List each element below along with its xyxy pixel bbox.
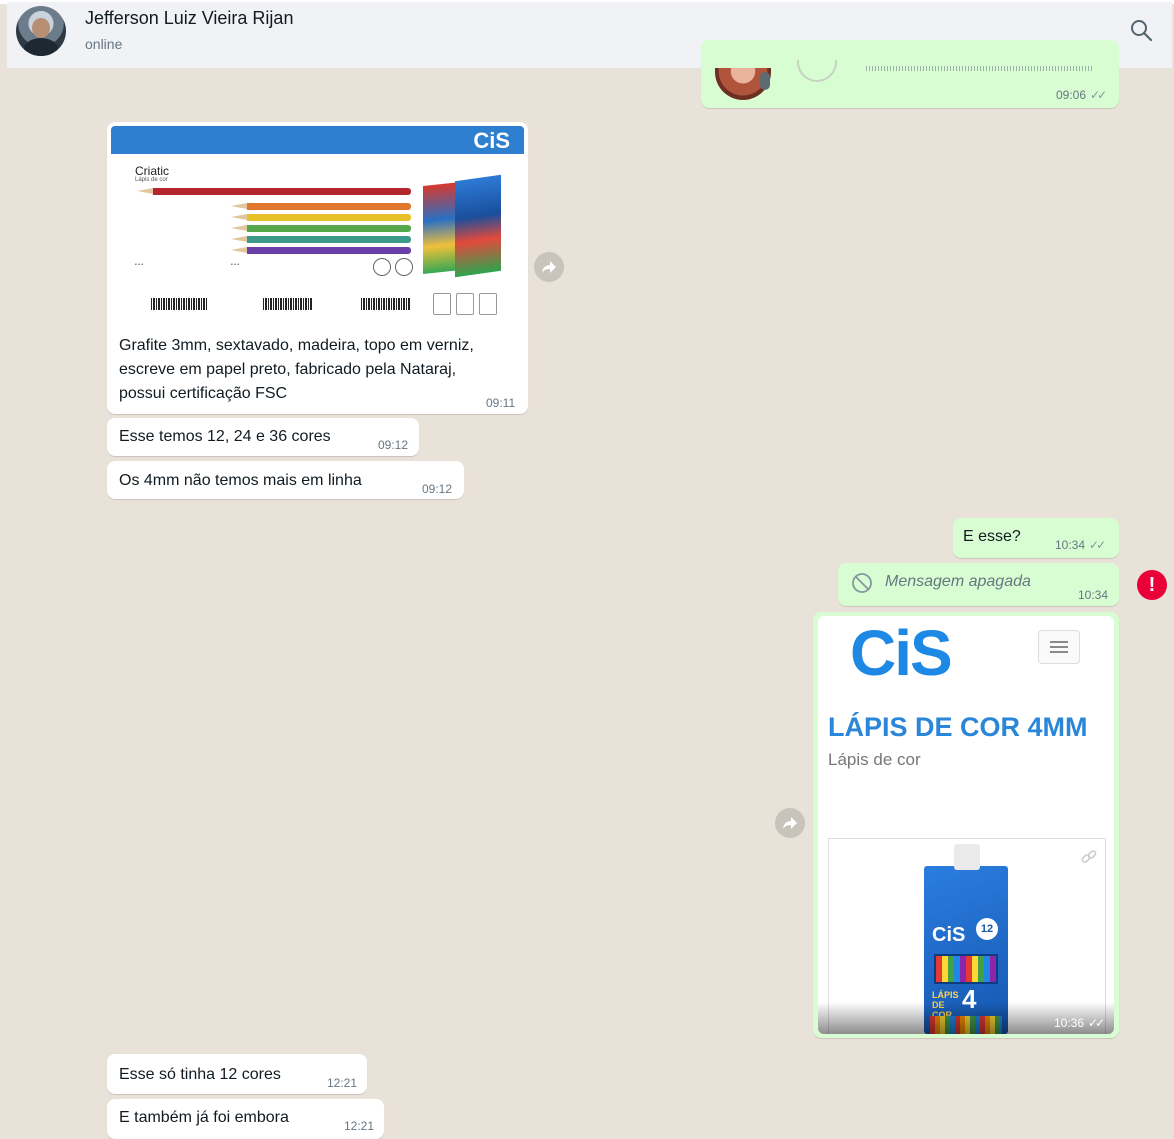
message-time: 10:34 ✓✓ bbox=[1055, 538, 1106, 552]
forward-icon bbox=[542, 261, 556, 273]
certification-icon bbox=[395, 258, 413, 276]
sheet-title: Criatic bbox=[135, 164, 170, 178]
box-hanger bbox=[954, 844, 980, 870]
error-icon[interactable]: ! bbox=[1137, 570, 1167, 600]
voice-waveform[interactable] bbox=[866, 66, 1092, 71]
double-check-icon: ✓✓ bbox=[1089, 538, 1106, 552]
message-text: Esse só tinha 12 cores bbox=[119, 1066, 281, 1083]
contact-status: online bbox=[85, 36, 123, 52]
link-icon bbox=[1080, 848, 1098, 866]
image-caption-line: escreve em papel preto, fabricado pela N… bbox=[119, 361, 457, 378]
message-time: 09:12 bbox=[422, 482, 453, 496]
sheet-subtitle: Lápis de cor bbox=[135, 177, 168, 183]
message-time: 10:36 ✓✓ bbox=[1054, 1016, 1105, 1030]
message-time: 09:06 ✓✓ bbox=[1056, 88, 1107, 102]
box-window bbox=[934, 954, 998, 984]
avatar-body bbox=[24, 38, 58, 56]
pencil-yellow bbox=[231, 214, 411, 221]
package-outline-icon bbox=[433, 293, 451, 315]
sheet-brand-logo: CiS bbox=[473, 128, 510, 153]
pencil-orange bbox=[231, 203, 411, 210]
barcode bbox=[151, 298, 207, 310]
preview-title: LÁPIS DE COR 4MM bbox=[828, 712, 1088, 742]
preview-subtitle: Lápis de cor bbox=[828, 750, 921, 769]
pencil-box-image bbox=[455, 174, 501, 278]
message-text: E também já foi embora bbox=[119, 1109, 289, 1126]
sheet-header-bar bbox=[111, 126, 524, 154]
search-icon[interactable] bbox=[1127, 16, 1157, 46]
message-text: Os 4mm não temos mais em linha bbox=[119, 472, 362, 489]
barcode bbox=[263, 298, 313, 310]
cis-logo: CiS bbox=[850, 617, 953, 689]
message-time: 12:21 bbox=[344, 1119, 375, 1133]
forward-icon bbox=[783, 817, 797, 829]
spec-text: • • • bbox=[231, 262, 240, 268]
barcode bbox=[361, 298, 411, 310]
message-time: 09:11 bbox=[486, 396, 516, 410]
message-time: 09:12 bbox=[378, 438, 409, 452]
double-check-icon: ✓✓ bbox=[1090, 88, 1107, 102]
pencil-green bbox=[231, 225, 411, 232]
pencil-red bbox=[137, 188, 411, 195]
message-text: E esse? bbox=[963, 528, 1021, 545]
box-count-badge: 12 bbox=[976, 918, 998, 940]
microphone-icon bbox=[760, 72, 770, 90]
message-time: 12:21 bbox=[327, 1076, 358, 1090]
message-time: 10:34 bbox=[1078, 588, 1109, 602]
deleted-icon bbox=[851, 572, 873, 594]
double-check-icon: ✓✓ bbox=[1088, 1016, 1105, 1030]
contact-avatar[interactable] bbox=[16, 6, 66, 56]
deleted-text: Mensagem apagada bbox=[885, 573, 1031, 590]
box-brand: CiS bbox=[932, 924, 966, 946]
hamburger-menu-icon[interactable] bbox=[1038, 630, 1080, 664]
pencil-teal bbox=[231, 236, 411, 243]
contact-name[interactable]: Jefferson Luiz Vieira Rijan bbox=[85, 8, 293, 29]
message-text: Esse temos 12, 24 e 36 cores bbox=[119, 428, 331, 445]
forward-button[interactable] bbox=[534, 252, 564, 282]
image-caption-line: Grafite 3mm, sextavado, madeira, topo em… bbox=[119, 337, 474, 354]
image-caption-line: possui certificação FSC bbox=[119, 385, 288, 402]
avatar-face bbox=[32, 18, 50, 38]
package-outline-icon bbox=[479, 293, 497, 315]
certification-icon bbox=[373, 258, 391, 276]
product-sheet-image[interactable]: CiS Criatic Lápis de cor • • • • • • bbox=[111, 126, 524, 322]
forward-button[interactable] bbox=[775, 808, 805, 838]
link-preview-card[interactable]: CiS LÁPIS DE COR 4MM Lápis de cor CiS 12… bbox=[818, 616, 1114, 1034]
package-outline-icon bbox=[456, 293, 474, 315]
pencil-purple bbox=[231, 247, 411, 254]
spec-text: • • • bbox=[135, 262, 144, 268]
